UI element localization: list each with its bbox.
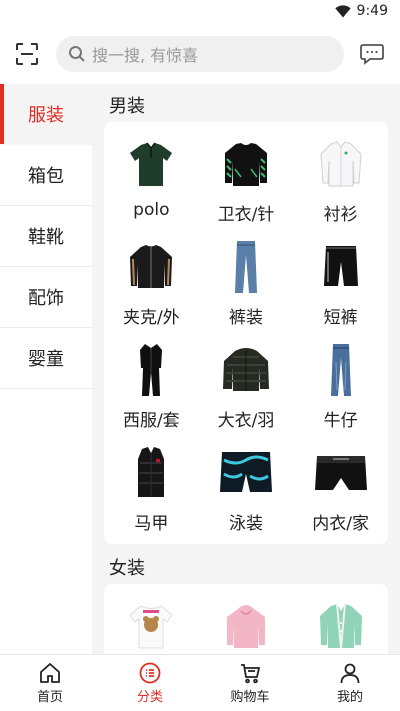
shorts-icon (311, 237, 371, 297)
header: 搜一搜, 有惊喜 (0, 24, 400, 84)
bottom-nav: 首页 分类 购物车 我的 (0, 654, 400, 711)
category-sweatshirt[interactable]: 卫衣/针 (199, 128, 294, 231)
search-input[interactable]: 搜一搜, 有惊喜 (56, 36, 344, 72)
category-coats[interactable]: 大衣/羽 (199, 334, 294, 437)
category-shirt[interactable]: 衬衫 (293, 128, 388, 231)
jeans-icon (216, 237, 276, 297)
nav-label: 我的 (336, 689, 363, 705)
sidebar-item-label: 配饰 (28, 288, 64, 309)
denim-jeans-icon (311, 340, 371, 400)
status-time: 9:49 (356, 3, 388, 19)
category-jacket[interactable]: 夹克/外 (104, 231, 199, 334)
category-icon (139, 662, 161, 683)
section-title-menswear: 男装 (109, 96, 145, 117)
category-vest[interactable]: 马甲 (104, 437, 199, 540)
nav-label: 购物车 (230, 689, 270, 705)
sidebar-item-label: 婴童 (28, 349, 64, 370)
chat-bubble-icon (360, 44, 384, 65)
nav-label: 分类 (136, 689, 163, 705)
category-label: 大衣/羽 (217, 411, 275, 431)
hoodie-icon (216, 596, 276, 654)
category-label: 牛仔 (323, 411, 358, 431)
womenswear-card: T恤 卫衣 外套 (104, 584, 388, 654)
sweatshirt-icon (216, 134, 276, 194)
sidebar-item-label: 服装 (28, 105, 64, 126)
category-sidebar: 服装 箱包 鞋靴 配饰 婴童 (0, 84, 92, 654)
category-underwear[interactable]: 内衣/家 (293, 437, 388, 540)
nav-cart[interactable]: 购物车 (200, 655, 300, 711)
nav-category[interactable]: 分类 (100, 655, 200, 711)
status-bar: 9:49 (0, 0, 400, 24)
category-shorts[interactable]: 短裤 (293, 231, 388, 334)
nav-profile[interactable]: 我的 (300, 655, 400, 711)
underwear-icon (311, 443, 371, 503)
shirt-icon (311, 134, 371, 194)
category-content: 男装 polo 卫衣/针 衬衫 夹克/外 裤装 短裤 西服/套 大衣/羽 牛仔 … (92, 84, 400, 654)
puffer-jacket-icon (216, 340, 276, 400)
search-placeholder: 搜一搜, 有惊喜 (92, 46, 199, 65)
sidebar-item-label: 鞋靴 (28, 227, 64, 248)
sidebar-item-shoes[interactable]: 鞋靴 (0, 206, 92, 267)
cart-icon (241, 663, 261, 683)
category-label: 夹克/外 (122, 308, 180, 328)
category-label: 西服/套 (122, 411, 180, 431)
category-label: 泳装 (228, 514, 263, 534)
category-denim[interactable]: 牛仔 (293, 334, 388, 437)
sidebar-item-kids[interactable]: 婴童 (0, 328, 92, 389)
category-label: polo (133, 200, 170, 220)
search-icon (69, 46, 85, 62)
category-polo[interactable]: polo (104, 128, 199, 231)
sidebar-item-bags[interactable]: 箱包 (0, 145, 92, 206)
status-icons: 9:49 (334, 3, 388, 19)
sidebar-item-label: 箱包 (28, 166, 64, 187)
category-label: 裤装 (228, 308, 263, 328)
scan-button[interactable] (16, 43, 38, 65)
category-outerwear[interactable]: 外套 (293, 590, 388, 654)
message-button[interactable] (360, 43, 384, 65)
swim-shorts-icon (216, 443, 276, 503)
scan-icon (16, 43, 38, 65)
polo-shirt-icon (121, 134, 181, 194)
category-label: 卫衣/针 (217, 205, 275, 225)
category-label: 衬衫 (323, 205, 358, 225)
category-swimwear[interactable]: 泳装 (199, 437, 294, 540)
category-hoodie[interactable]: 卫衣 (199, 590, 294, 654)
category-label: 马甲 (134, 514, 169, 534)
nav-home[interactable]: 首页 (0, 655, 100, 711)
category-label: 短裤 (323, 308, 358, 328)
tracksuit-icon (121, 340, 181, 400)
cardigan-icon (311, 596, 371, 654)
sidebar-item-accessories[interactable]: 配饰 (0, 267, 92, 328)
category-tshirt[interactable]: T恤 (104, 590, 199, 654)
category-suits[interactable]: 西服/套 (104, 334, 199, 437)
section-title-womenswear: 女装 (109, 558, 145, 579)
sidebar-item-clothing[interactable]: 服装 (0, 84, 92, 145)
user-icon (340, 663, 360, 683)
home-icon (40, 662, 60, 683)
wifi-icon (334, 4, 351, 17)
vest-icon (121, 443, 181, 503)
jacket-icon (121, 237, 181, 297)
menswear-card: polo 卫衣/针 衬衫 夹克/外 裤装 短裤 西服/套 大衣/羽 牛仔 马甲 … (104, 122, 388, 544)
nav-label: 首页 (36, 689, 63, 705)
tshirt-icon (121, 596, 181, 654)
category-label: 内衣/家 (312, 514, 370, 534)
category-pants[interactable]: 裤装 (199, 231, 294, 334)
